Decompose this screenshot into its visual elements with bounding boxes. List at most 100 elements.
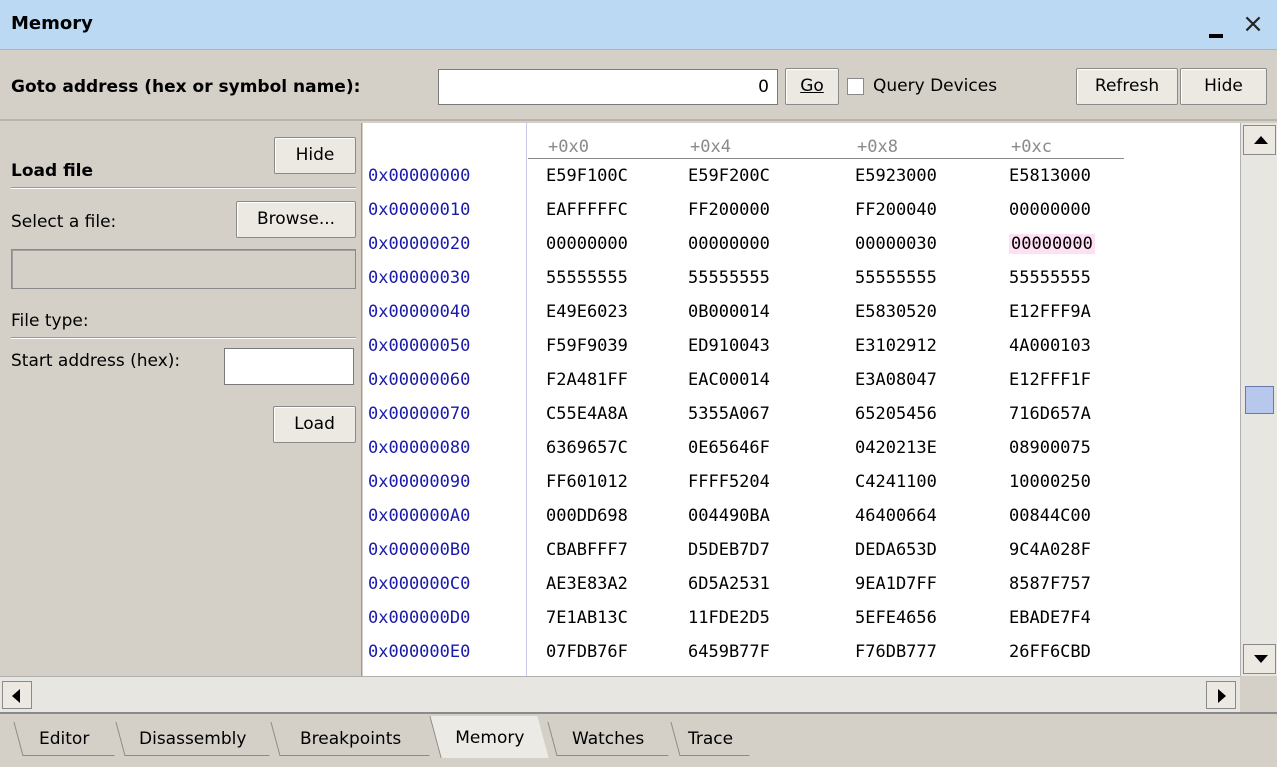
memory-cell[interactable]: 11FDE2D5 — [688, 608, 770, 628]
tab-memory[interactable]: Memory — [429, 716, 549, 758]
memory-cell[interactable]: FF601012 — [546, 472, 628, 492]
memory-cell[interactable]: EBADE7F4 — [1009, 608, 1091, 628]
memory-grid[interactable]: +0x0 +0x4 +0x8 +0xc 0x00000000 E59F100C E59F20… — [363, 123, 1240, 676]
scroll-up-button[interactable] — [1243, 125, 1276, 155]
memory-cell[interactable]: 00000000 — [546, 234, 628, 254]
memory-cell[interactable]: FF200040 — [855, 200, 937, 220]
memory-cell[interactable]: 8587F757 — [1009, 574, 1091, 594]
memory-cell[interactable]: 000DD698 — [546, 506, 628, 526]
memory-cell[interactable]: 00000030 — [855, 234, 937, 254]
memory-row[interactable]: 0x00000090 FF601012 FFFF5204 C4241100 100002… — [363, 465, 1240, 499]
memory-row[interactable]: 0x00000000 E59F100C E59F200C E5923000 E58130… — [363, 159, 1240, 193]
memory-cell[interactable]: E3102912 — [855, 336, 937, 356]
memory-cell[interactable]: 004490BA — [688, 506, 770, 526]
memory-cell[interactable]: 07FDB76F — [546, 642, 628, 662]
memory-cell[interactable]: 00844C00 — [1009, 506, 1091, 526]
memory-cell[interactable]: 6D5A2531 — [688, 574, 770, 594]
memory-cell[interactable]: D5DEB7D7 — [688, 540, 770, 560]
memory-cell[interactable]: 55555555 — [1009, 268, 1091, 288]
tab-editor[interactable]: Editor — [13, 722, 115, 756]
memory-row[interactable]: 0x00000010 EAFFFFFC FF200000 FF200040 000000… — [363, 193, 1240, 227]
query-devices-checkbox[interactable] — [847, 78, 864, 95]
memory-cell[interactable]: FF200000 — [688, 200, 770, 220]
memory-cell[interactable]: E3A08047 — [855, 370, 937, 390]
memory-cell[interactable]: 46400664 — [855, 506, 937, 526]
memory-cell[interactable]: 9EA1D7FF — [855, 574, 937, 594]
go-button[interactable]: Go — [785, 68, 839, 105]
memory-cell[interactable]: F59F9039 — [546, 336, 628, 356]
memory-cell[interactable]: EAFFFFFC — [546, 200, 628, 220]
memory-cell[interactable]: E5923000 — [855, 166, 937, 186]
memory-cell[interactable]: E12FFF9A — [1009, 302, 1091, 322]
horizontal-scrollbar[interactable] — [0, 676, 1240, 712]
memory-cell[interactable]: 6369657C — [546, 438, 628, 458]
memory-cell[interactable]: 65205456 — [855, 404, 937, 424]
memory-row[interactable]: 0x00000050 F59F9039 ED910043 E3102912 4A0001… — [363, 329, 1240, 363]
hide-toolbar-button[interactable]: Hide — [1180, 68, 1267, 105]
memory-cell[interactable]: 716D657A — [1009, 404, 1091, 424]
memory-cell[interactable]: 0B000014 — [688, 302, 770, 322]
memory-cell[interactable]: CBABFFF7 — [546, 540, 628, 560]
memory-cell[interactable]: C55E4A8A — [546, 404, 628, 424]
memory-cell[interactable]: E5813000 — [1009, 166, 1091, 186]
memory-cell[interactable]: 9C4A028F — [1009, 540, 1091, 560]
close-icon[interactable]: × — [1238, 10, 1268, 40]
hide-load-panel-button[interactable]: Hide — [274, 137, 356, 174]
memory-cell[interactable]: EAC00014 — [688, 370, 770, 390]
memory-row[interactable]: 0x000000D0 7E1AB13C 11FDE2D5 5EFE4656 EBADE7… — [363, 601, 1240, 635]
memory-cell[interactable]: E59F200C — [688, 166, 770, 186]
memory-row[interactable]: 0x000000C0 AE3E83A2 6D5A2531 9EA1D7FF 8587F7… — [363, 567, 1240, 601]
tab-breakpoints[interactable]: Breakpoints — [270, 722, 430, 756]
memory-cell[interactable]: DEDA653D — [855, 540, 937, 560]
memory-cell[interactable]: ED910043 — [688, 336, 770, 356]
minimize-icon[interactable] — [1206, 21, 1226, 39]
memory-cell[interactable]: 55555555 — [855, 268, 937, 288]
memory-cell[interactable]: E49E6023 — [546, 302, 628, 322]
memory-cell[interactable]: 5EFE4656 — [855, 608, 937, 628]
memory-cell[interactable]: 08900075 — [1009, 438, 1091, 458]
memory-row[interactable]: 0x00000060 F2A481FF EAC00014 E3A08047 E12FFF… — [363, 363, 1240, 397]
memory-row[interactable]: 0x00000040 E49E6023 0B000014 E5830520 E12FFF… — [363, 295, 1240, 329]
refresh-button[interactable]: Refresh — [1076, 68, 1178, 105]
scroll-right-button[interactable] — [1206, 681, 1236, 709]
vertical-scrollbar[interactable] — [1240, 123, 1277, 676]
scroll-thumb[interactable] — [1245, 386, 1274, 414]
start-address-input[interactable] — [224, 348, 354, 385]
tab-disassembly[interactable]: Disassembly — [115, 722, 270, 756]
memory-cell[interactable]: C4241100 — [855, 472, 937, 492]
memory-cell[interactable]: AE3E83A2 — [546, 574, 628, 594]
tab-trace[interactable]: Trace — [670, 722, 750, 756]
scroll-left-button[interactable] — [2, 681, 32, 709]
memory-cell[interactable]: 00000000 — [1009, 234, 1095, 254]
memory-cell[interactable]: 0E65646F — [688, 438, 770, 458]
memory-row[interactable]: 0x00000020 00000000 00000000 00000030 000000… — [363, 227, 1240, 261]
load-button[interactable]: Load — [273, 406, 356, 443]
memory-cell[interactable]: 00000000 — [1009, 200, 1091, 220]
memory-cell[interactable]: F2A481FF — [546, 370, 628, 390]
memory-cell[interactable]: 55555555 — [688, 268, 770, 288]
memory-cell[interactable]: 4A000103 — [1009, 336, 1091, 356]
memory-row[interactable]: 0x00000030 55555555 55555555 55555555 555555… — [363, 261, 1240, 295]
memory-row[interactable]: 0x00000070 C55E4A8A 5355A067 65205456 716D65… — [363, 397, 1240, 431]
memory-cell[interactable]: 26FF6CBD — [1009, 642, 1091, 662]
memory-cell[interactable]: 0420213E — [855, 438, 937, 458]
scroll-down-button[interactable] — [1243, 644, 1276, 674]
query-devices-label[interactable]: Query Devices — [873, 76, 997, 96]
memory-cell[interactable]: F76DB777 — [855, 642, 937, 662]
memory-row[interactable]: 0x000000A0 000DD698 004490BA 46400664 00844C… — [363, 499, 1240, 533]
memory-cell[interactable]: E5830520 — [855, 302, 937, 322]
memory-row[interactable]: 0x000000E0 07FDB76F 6459B77F F76DB777 26FF6C… — [363, 635, 1240, 669]
tab-watches[interactable]: Watches — [547, 722, 669, 756]
memory-row[interactable]: 0x00000080 6369657C 0E65646F 0420213E 089000… — [363, 431, 1240, 465]
memory-row[interactable]: 0x000000B0 CBABFFF7 D5DEB7D7 DEDA653D 9C4A02… — [363, 533, 1240, 567]
memory-cell[interactable]: 55555555 — [546, 268, 628, 288]
memory-cell[interactable]: 5355A067 — [688, 404, 770, 424]
memory-cell[interactable]: 6459B77F — [688, 642, 770, 662]
memory-cell[interactable]: 10000250 — [1009, 472, 1091, 492]
goto-address-input[interactable] — [438, 69, 778, 105]
browse-button[interactable]: Browse... — [236, 201, 356, 238]
memory-cell[interactable]: 00000000 — [688, 234, 770, 254]
memory-cell[interactable]: 7E1AB13C — [546, 608, 628, 628]
memory-cell[interactable]: E59F100C — [546, 166, 628, 186]
memory-cell[interactable]: E12FFF1F — [1009, 370, 1091, 390]
